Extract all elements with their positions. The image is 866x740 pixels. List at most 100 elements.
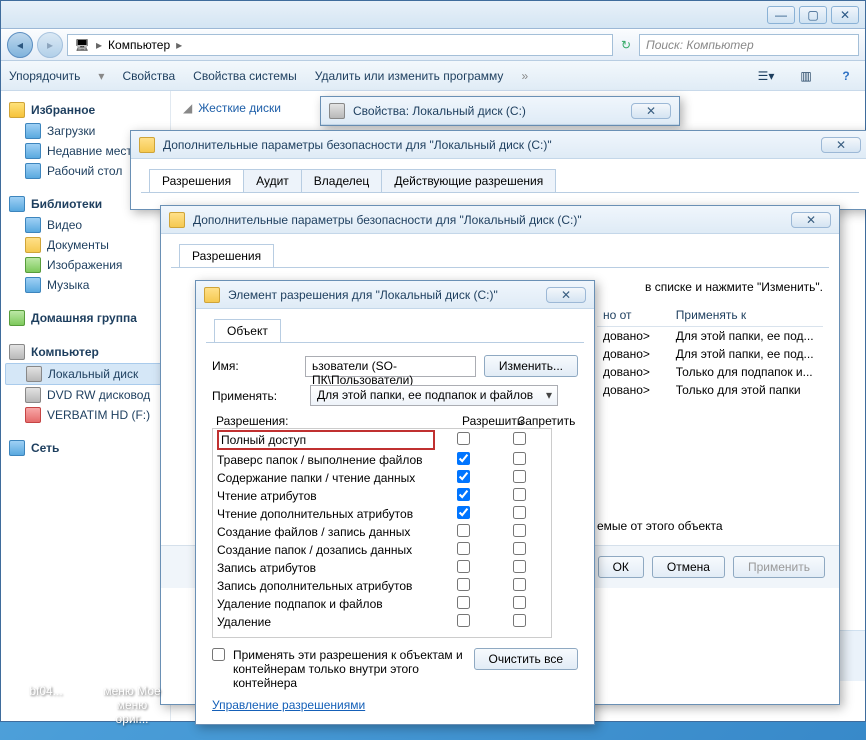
advanced-security-dialog-1: Дополнительные параметры безопасности дл…	[130, 130, 866, 210]
maximize-button[interactable]: ▢	[799, 6, 827, 24]
system-properties-button[interactable]: Свойства системы	[193, 69, 297, 83]
deny-checkbox[interactable]	[513, 470, 526, 483]
allow-checkbox[interactable]	[457, 578, 470, 591]
name-field[interactable]: ьзователи (SO-ПК\Пользователи)	[305, 356, 476, 377]
tab-effective[interactable]: Действующие разрешения	[381, 169, 556, 192]
cancel-button[interactable]: Отмена	[652, 556, 725, 578]
permission-name: Полный доступ	[217, 430, 435, 450]
deny-checkbox[interactable]	[513, 524, 526, 537]
deny-checkbox[interactable]	[513, 452, 526, 465]
permission-row: Траверс папок / выполнение файлов	[213, 451, 551, 469]
permission-name: Запись атрибутов	[217, 561, 435, 575]
nav-documents[interactable]: Документы	[5, 235, 166, 255]
allow-checkbox[interactable]	[457, 432, 470, 445]
nav-homegroup[interactable]: Домашняя группа	[5, 307, 166, 329]
permission-name: Траверс папок / выполнение файлов	[217, 453, 435, 467]
properties-dialog: Свойства: Локальный диск (C:) ✕	[320, 96, 680, 126]
address-bar: ◂ ▸ 🖥 ▸ Компьютер ▸ ↻ Поиск: Компьютер	[1, 29, 865, 61]
permission-entry-dialog: Элемент разрешения для "Локальный диск (…	[195, 280, 595, 725]
allow-checkbox[interactable]	[457, 506, 470, 519]
clear-all-button[interactable]: Очистить все	[474, 648, 578, 670]
deny-checkbox[interactable]	[513, 542, 526, 555]
folder-icon	[139, 137, 155, 153]
deny-checkbox[interactable]	[513, 578, 526, 591]
deny-checkbox[interactable]	[513, 432, 526, 445]
nav-network[interactable]: Сеть	[5, 437, 166, 459]
nav-verbatim[interactable]: VERBATIM HD (F:)	[5, 405, 166, 425]
nav-video[interactable]: Видео	[5, 215, 166, 235]
deny-checkbox[interactable]	[513, 614, 526, 627]
back-button[interactable]: ◂	[7, 32, 33, 58]
help-icon[interactable]: ?	[835, 67, 857, 85]
nav-dvd[interactable]: DVD RW дисковод	[5, 385, 166, 405]
permission-name: Запись дополнительных атрибутов	[217, 579, 435, 593]
tab-permissions[interactable]: Разрешения	[149, 169, 244, 192]
permission-name: Удаление	[217, 615, 435, 629]
permission-row: Создание папок / дозапись данных	[213, 541, 551, 559]
allow-checkbox[interactable]	[457, 560, 470, 573]
permissions-list: Полный доступ Траверс папок / выполнение …	[212, 428, 552, 638]
apply-button[interactable]: Применить	[733, 556, 825, 578]
ok-button[interactable]: ОК	[598, 556, 644, 578]
allow-checkbox[interactable]	[457, 470, 470, 483]
dialog-title: Дополнительные параметры безопасности дл…	[193, 213, 783, 227]
forward-button[interactable]: ▸	[37, 32, 63, 58]
change-button[interactable]: Изменить...	[484, 355, 578, 377]
desktop-icons: bf04... меню Мое меню ориг...	[14, 640, 164, 726]
preview-pane-icon[interactable]: ▥	[795, 67, 817, 85]
list-row[interactable]: довано>Только для этой папки	[597, 381, 823, 399]
include-label: емые от этого объекта	[597, 519, 823, 533]
desktop-icon[interactable]: меню Мое меню ориг...	[100, 640, 164, 726]
allow-checkbox[interactable]	[457, 614, 470, 627]
permission-row: Чтение дополнительных атрибутов	[213, 505, 551, 523]
permission-row: Удаление	[213, 613, 551, 631]
permission-row: Чтение атрибутов	[213, 487, 551, 505]
uninstall-button[interactable]: Удалить или изменить программу	[315, 69, 504, 83]
manage-permissions-link[interactable]: Управление разрешениями	[212, 698, 365, 712]
apply-to-combo[interactable]: Для этой папки, ее подпапок и файлов	[310, 385, 558, 406]
breadcrumb-item[interactable]: Компьютер	[108, 38, 170, 52]
deny-checkbox[interactable]	[513, 596, 526, 609]
apply-children-checkbox[interactable]	[212, 648, 225, 661]
view-icon[interactable]: ☰▾	[755, 67, 777, 85]
permission-name: Содержание папки / чтение данных	[217, 471, 435, 485]
breadcrumb[interactable]: 🖥 ▸ Компьютер ▸	[67, 34, 613, 56]
allow-checkbox[interactable]	[457, 524, 470, 537]
permission-name: Чтение атрибутов	[217, 489, 435, 503]
close-button[interactable]: ✕	[821, 137, 861, 153]
close-button[interactable]: ✕	[791, 212, 831, 228]
desktop-icon[interactable]: bf04...	[14, 640, 78, 726]
name-label: Имя:	[212, 359, 297, 373]
nav-favorites[interactable]: Избранное	[5, 99, 166, 121]
nav-music[interactable]: Музыка	[5, 275, 166, 295]
deny-checkbox[interactable]	[513, 488, 526, 501]
nav-local-disk[interactable]: Локальный диск	[5, 363, 166, 385]
minimize-button[interactable]: —	[767, 6, 795, 24]
permission-name: Создание файлов / запись данных	[217, 525, 435, 539]
computer-icon: 🖥	[74, 37, 90, 53]
allow-checkbox[interactable]	[457, 542, 470, 555]
allow-checkbox[interactable]	[457, 488, 470, 501]
nav-pictures[interactable]: Изображения	[5, 255, 166, 275]
close-button[interactable]: ✕	[831, 6, 859, 24]
tab-object[interactable]: Объект	[214, 319, 281, 342]
close-button[interactable]: ✕	[546, 287, 586, 303]
deny-checkbox[interactable]	[513, 506, 526, 519]
nav-computer[interactable]: Компьютер	[5, 341, 166, 363]
tab-audit[interactable]: Аудит	[243, 169, 302, 192]
properties-button[interactable]: Свойства	[122, 69, 175, 83]
permission-row: Содержание папки / чтение данных	[213, 469, 551, 487]
tab-permissions[interactable]: Разрешения	[179, 244, 274, 267]
organize-menu[interactable]: Упорядочить	[9, 69, 80, 83]
list-row[interactable]: довано>Для этой папки, ее под...	[597, 327, 823, 345]
close-button[interactable]: ✕	[631, 103, 671, 119]
drive-icon	[329, 103, 345, 119]
deny-checkbox[interactable]	[513, 560, 526, 573]
allow-checkbox[interactable]	[457, 452, 470, 465]
list-row[interactable]: довано>Только для подпапок и...	[597, 363, 823, 381]
folder-icon	[169, 212, 185, 228]
list-row[interactable]: довано>Для этой папки, ее под...	[597, 345, 823, 363]
tab-owner[interactable]: Владелец	[301, 169, 383, 192]
allow-checkbox[interactable]	[457, 596, 470, 609]
search-input[interactable]: Поиск: Компьютер	[639, 34, 859, 56]
